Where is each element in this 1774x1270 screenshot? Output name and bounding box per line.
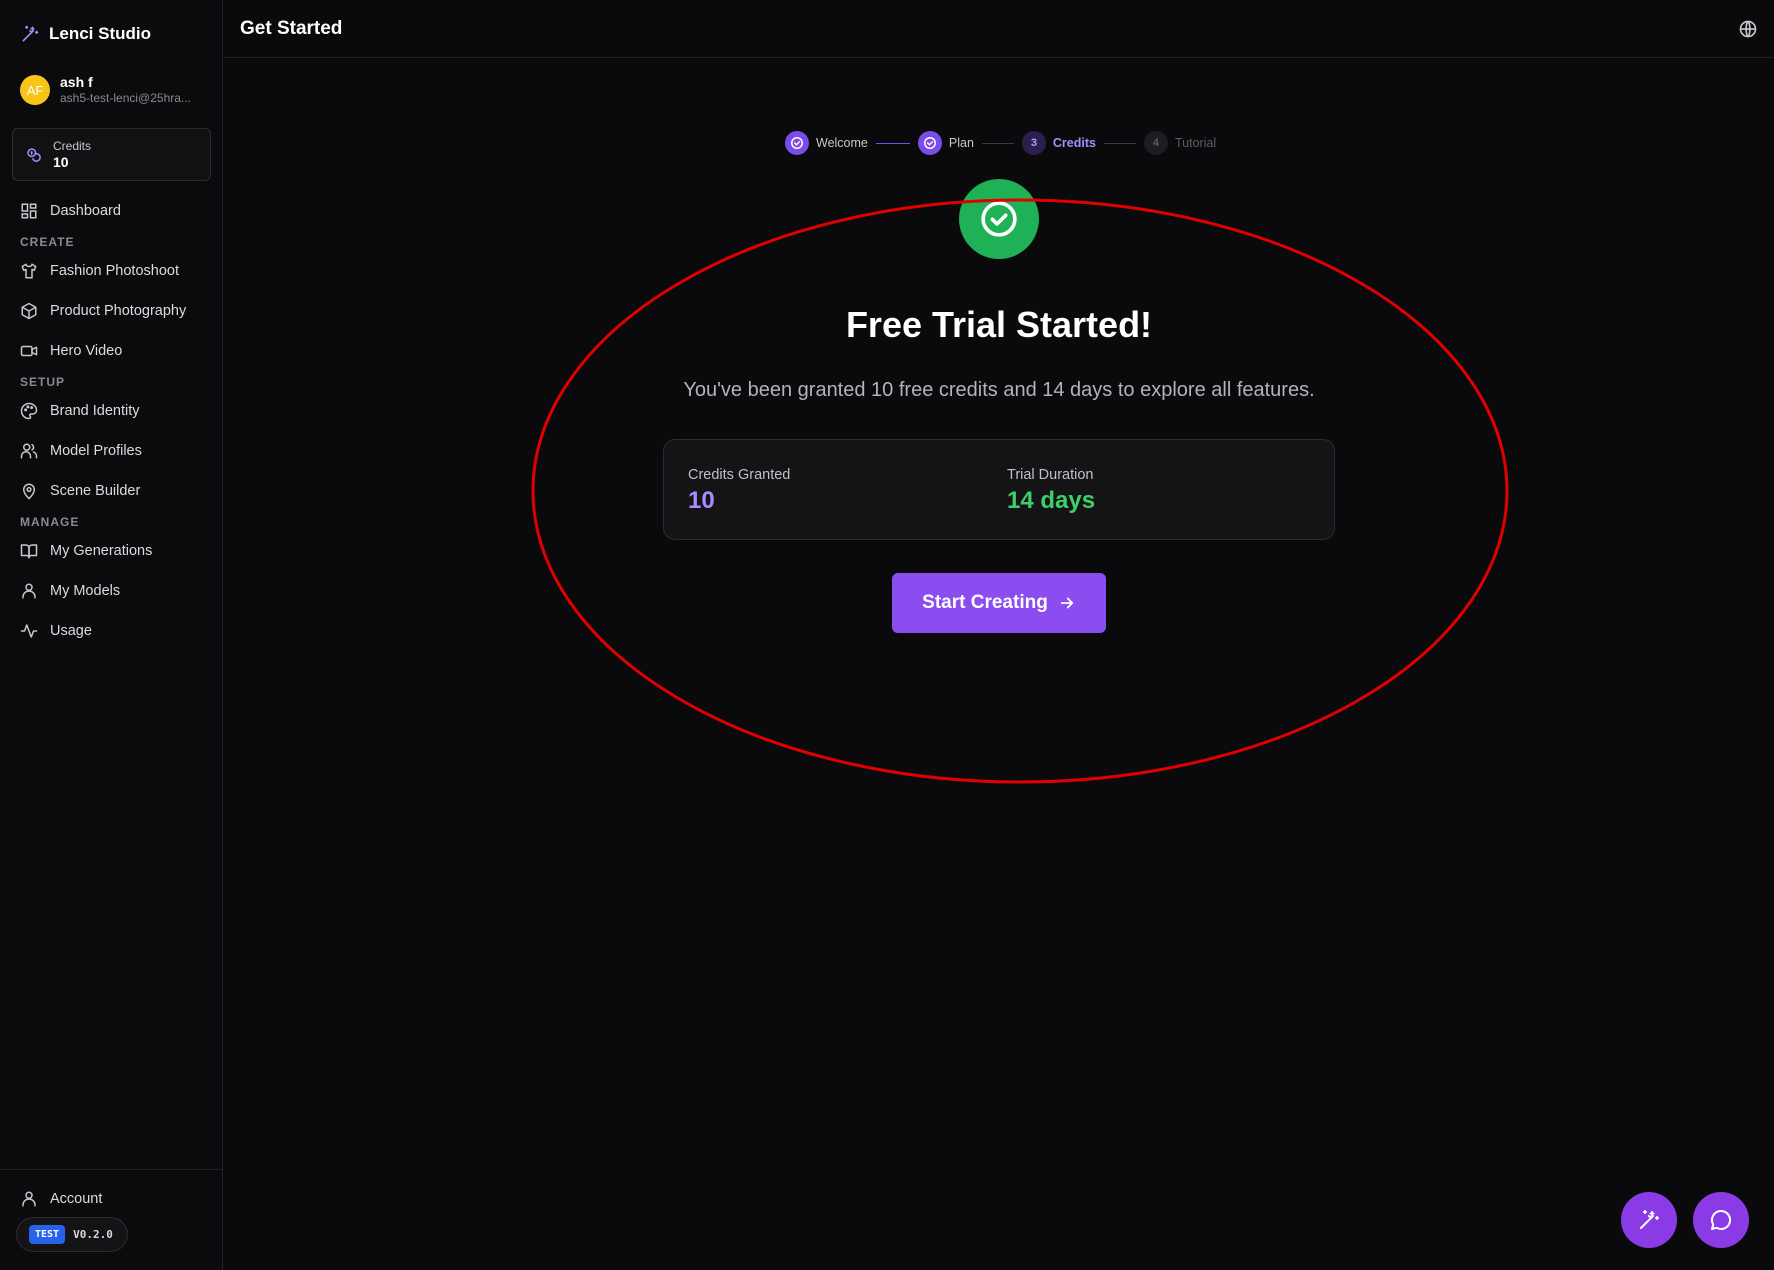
users-icon <box>20 442 38 460</box>
box-icon <box>20 302 38 320</box>
sidebar-item-label: Fashion Photoshoot <box>50 263 179 279</box>
activity-icon <box>20 622 38 640</box>
step-connector <box>875 142 910 144</box>
sidebar-item-label: Hero Video <box>50 343 123 359</box>
avatar: AF <box>20 75 50 105</box>
step-welcome: Welcome <box>785 131 868 155</box>
check-circle-icon <box>785 131 809 155</box>
chat-fab-button[interactable] <box>1693 1192 1749 1248</box>
credits-value: 10 <box>53 153 69 170</box>
credits-card[interactable]: Credits 10 <box>12 128 211 181</box>
user-icon <box>20 582 38 600</box>
step-plan: Plan <box>917 131 974 155</box>
version-pill: TEST V0.2.0 <box>16 1217 128 1252</box>
magic-wand-icon <box>1637 1208 1661 1232</box>
sidebar-item-dashboard[interactable]: Dashboard <box>20 200 121 222</box>
dashboard-icon <box>20 202 38 220</box>
sidebar-item-my-generations[interactable]: My Generations <box>20 540 152 562</box>
sidebar-item-account[interactable]: Account <box>20 1188 102 1210</box>
section-create-title: CREATE <box>20 235 75 249</box>
step-connector <box>1103 142 1136 144</box>
sidebar-item-label: My Generations <box>50 543 153 559</box>
step-connector <box>981 142 1014 144</box>
video-icon <box>20 342 38 360</box>
top-header: Get Started <box>224 0 1774 58</box>
chat-bubble-icon <box>1709 1208 1733 1232</box>
sidebar-item-label: Scene Builder <box>50 483 141 499</box>
sidebar-item-label: My Models <box>50 583 121 599</box>
magic-fab-button[interactable] <box>1621 1192 1677 1248</box>
sidebar-item-label: Product Photography <box>50 303 187 319</box>
credits-label: Credits <box>53 138 92 153</box>
step-number: 4 <box>1143 131 1168 155</box>
sidebar-item-label: Dashboard <box>50 203 121 219</box>
page-title: Get Started <box>240 18 343 39</box>
onboarding-stepper: Welcome Plan 3 Credits 4 Tutorial <box>785 131 1216 155</box>
sidebar-item-scene-builder[interactable]: Scene Builder <box>20 480 140 502</box>
user-profile[interactable]: AF ash f ash5-test-lenci@25hra... <box>20 74 210 106</box>
sidebar-footer-divider <box>0 1169 223 1170</box>
section-setup-title: SETUP <box>20 375 66 389</box>
user-icon <box>20 1190 38 1208</box>
check-circle-icon <box>917 131 942 155</box>
section-manage-title: MANAGE <box>20 515 80 529</box>
map-pin-icon <box>20 482 38 500</box>
brand-name: Lenci Studio <box>49 24 151 43</box>
step-credits: 3 Credits <box>1021 131 1096 155</box>
globe-icon[interactable] <box>1738 19 1758 39</box>
step-label: Welcome <box>816 136 868 150</box>
sidebar-item-model-profiles[interactable]: Model Profiles <box>20 440 142 462</box>
sidebar-item-label: Brand Identity <box>50 403 140 419</box>
book-open-icon <box>20 542 38 560</box>
annotation-ellipse <box>531 198 1509 784</box>
step-label: Credits <box>1052 136 1096 150</box>
sidebar-item-product-photography[interactable]: Product Photography <box>20 300 186 322</box>
shirt-icon <box>20 262 38 280</box>
sidebar: Lenci Studio AF ash f ash5-test-lenci@25… <box>0 0 223 1270</box>
sidebar-item-fashion-photoshoot[interactable]: Fashion Photoshoot <box>20 260 179 282</box>
step-tutorial: 4 Tutorial <box>1143 131 1217 155</box>
palette-icon <box>20 402 38 420</box>
sidebar-item-my-models[interactable]: My Models <box>20 580 120 602</box>
sidebar-item-usage[interactable]: Usage <box>20 620 92 642</box>
version-text: V0.2.0 <box>73 1228 113 1241</box>
sidebar-item-label: Model Profiles <box>50 443 142 459</box>
coins-icon <box>25 146 43 164</box>
sidebar-item-label: Account <box>50 1191 103 1207</box>
user-email: ash5-test-lenci@25hra... <box>60 91 191 105</box>
step-number: 3 <box>1021 131 1046 155</box>
sidebar-item-hero-video[interactable]: Hero Video <box>20 340 122 362</box>
magic-wand-icon <box>20 24 40 44</box>
brand[interactable]: Lenci Studio <box>20 24 151 44</box>
step-label: Tutorial <box>1174 136 1217 150</box>
step-label: Plan <box>948 136 974 150</box>
env-badge: TEST <box>29 1225 66 1244</box>
user-name: ash f <box>60 74 93 90</box>
sidebar-item-brand-identity[interactable]: Brand Identity <box>20 400 139 422</box>
sidebar-item-label: Usage <box>50 623 92 639</box>
